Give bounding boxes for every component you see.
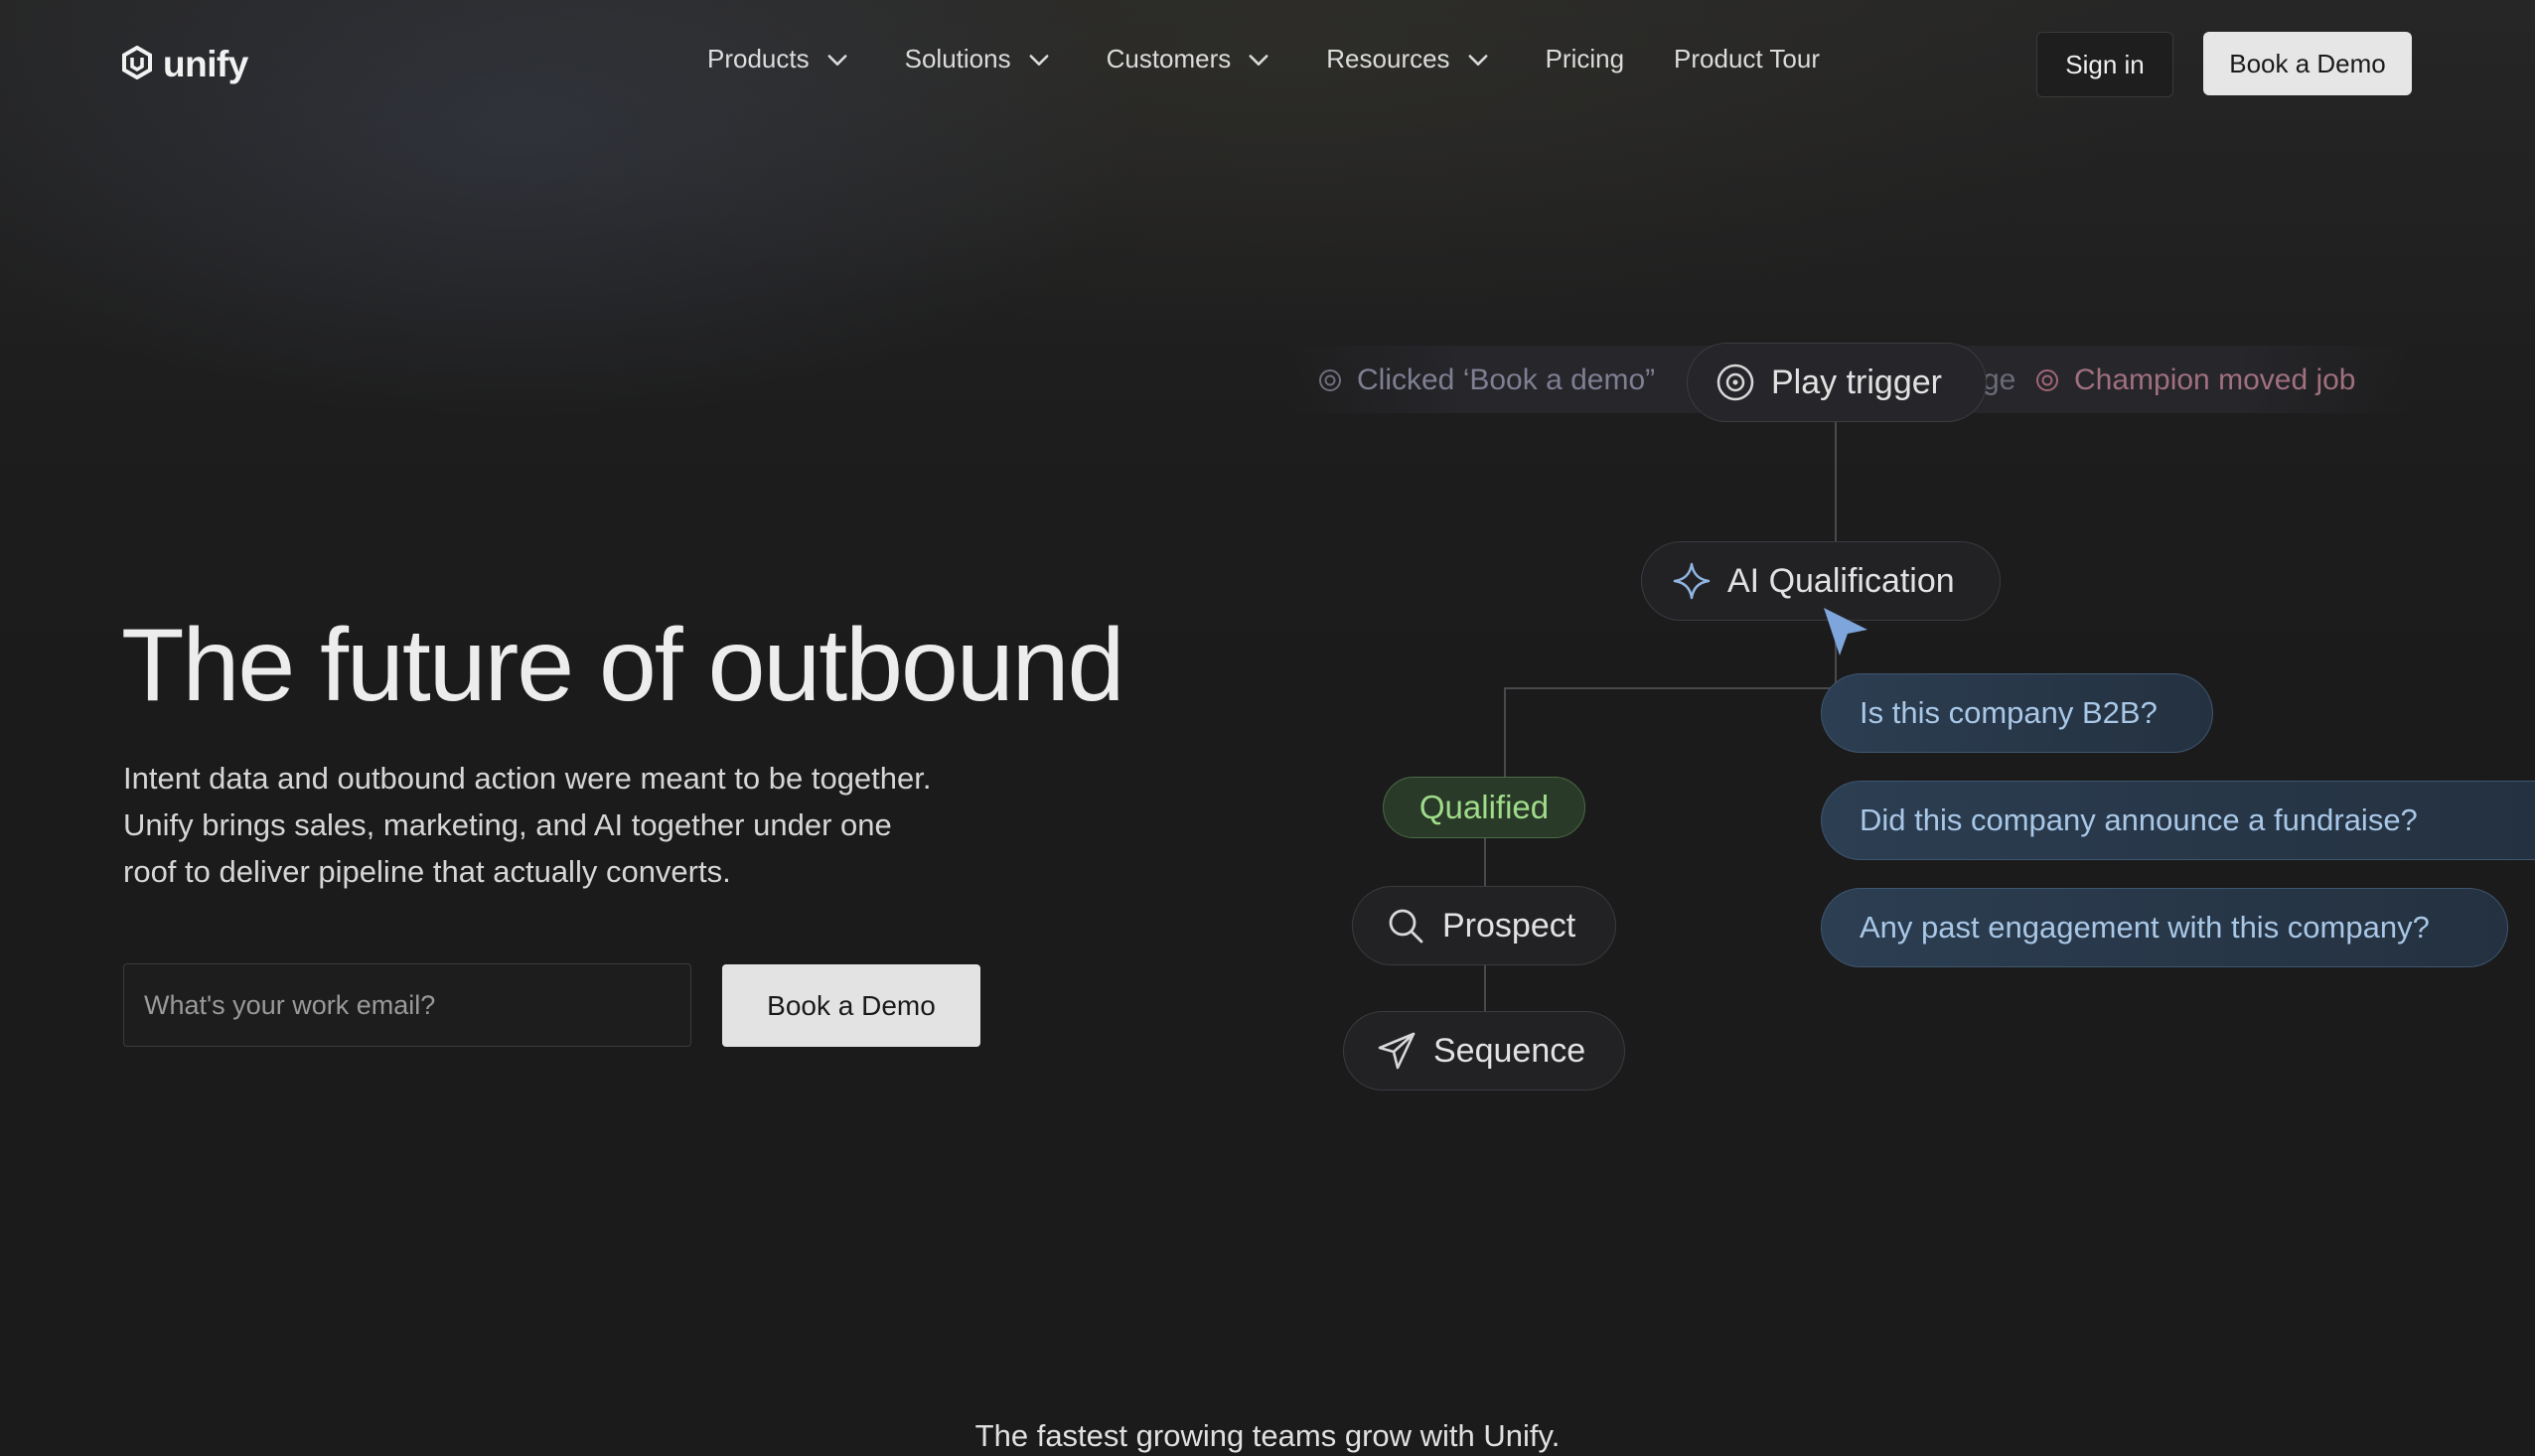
qualification-question: Did this company announce a fundraise? bbox=[1821, 781, 2535, 860]
chevron-down-icon bbox=[1468, 54, 1488, 66]
nav-links: Products Solutions Customers Resources P… bbox=[707, 44, 1869, 74]
nav-products[interactable]: Products bbox=[707, 44, 851, 74]
play-trigger-node: Play trigger bbox=[1687, 343, 1987, 422]
node-label: Play trigger bbox=[1771, 363, 1942, 401]
book-demo-nav-button[interactable]: Book a Demo bbox=[2203, 32, 2412, 95]
top-navigation: unify Products Solutions Customers Resou… bbox=[0, 0, 2535, 129]
connector-line bbox=[1504, 687, 1506, 777]
connector-line bbox=[1835, 422, 1837, 541]
qualified-badge: Qualified bbox=[1383, 777, 1585, 838]
connector-line bbox=[1484, 965, 1486, 1011]
nav-resources[interactable]: Resources bbox=[1326, 44, 1491, 74]
search-icon bbox=[1389, 909, 1423, 944]
work-email-input[interactable] bbox=[123, 963, 691, 1047]
nav-label: Customers bbox=[1106, 44, 1232, 73]
nav-label: Pricing bbox=[1545, 44, 1625, 73]
cursor-pointer-icon bbox=[1824, 608, 1867, 655]
connector-line bbox=[1484, 838, 1486, 886]
chevron-down-icon bbox=[1029, 54, 1049, 66]
brand-logo[interactable]: unify bbox=[121, 44, 248, 85]
book-demo-hero-button[interactable]: Book a Demo bbox=[722, 964, 980, 1047]
target-icon bbox=[1716, 364, 1754, 401]
qualification-question: Any past engagement with this company? bbox=[1821, 888, 2508, 967]
sparkle-icon bbox=[1673, 562, 1711, 600]
send-icon bbox=[1378, 1032, 1416, 1070]
nav-pricing[interactable]: Pricing bbox=[1546, 44, 1624, 74]
target-icon bbox=[2036, 369, 2058, 391]
nav-label: Solutions bbox=[904, 44, 1011, 73]
trigger-event-item: Clicked ‘Book a demo” bbox=[1317, 364, 1655, 397]
sequence-node: Sequence bbox=[1343, 1011, 1625, 1091]
node-label: AI Qualification bbox=[1727, 561, 1955, 600]
nav-solutions[interactable]: Solutions bbox=[905, 44, 1053, 74]
trigger-event-item: Champion moved job bbox=[2034, 364, 2356, 397]
nav-label: Resources bbox=[1326, 44, 1450, 73]
trigger-event-label: Champion moved job bbox=[2074, 364, 2356, 396]
workflow-diagram: Clicked ‘Book a demo” ge Champion moved … bbox=[0, 0, 2535, 1456]
prospect-node: Prospect bbox=[1352, 886, 1616, 965]
node-label: Sequence bbox=[1433, 1031, 1586, 1070]
node-label: Prospect bbox=[1442, 906, 1576, 945]
trigger-event-label: Clicked ‘Book a demo” bbox=[1357, 364, 1656, 396]
hero-subtitle: Intent data and outbound action were mea… bbox=[123, 761, 932, 889]
brand-name: unify bbox=[163, 44, 248, 84]
sign-in-button[interactable]: Sign in bbox=[2036, 32, 2173, 97]
qualification-question: Is this company B2B? bbox=[1821, 673, 2213, 753]
nav-label: Product Tour bbox=[1674, 44, 1820, 73]
unify-logo-icon bbox=[121, 45, 153, 84]
target-icon bbox=[1319, 369, 1341, 391]
nav-label: Products bbox=[707, 44, 810, 73]
nav-customers[interactable]: Customers bbox=[1107, 44, 1273, 74]
trigger-event-partial: ge bbox=[1983, 364, 2016, 396]
social-proof-tagline: The fastest growing teams grow with Unif… bbox=[974, 1418, 1561, 1453]
nav-product-tour[interactable]: Product Tour bbox=[1674, 44, 1820, 74]
hero-title: The future of outbound bbox=[121, 608, 1124, 723]
connector-line bbox=[1504, 687, 1837, 689]
chevron-down-icon bbox=[1249, 54, 1268, 66]
chevron-down-icon bbox=[827, 54, 847, 66]
